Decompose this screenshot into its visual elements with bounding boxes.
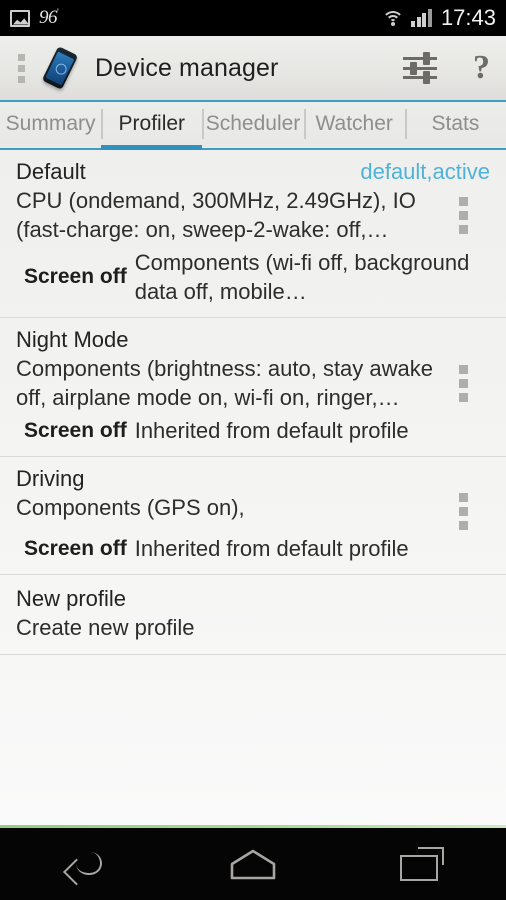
profile-item-default[interactable]: Default default,active CPU (ondemand, 30… bbox=[0, 150, 506, 317]
tab-bar: Summary Profiler Scheduler Watcher Stats bbox=[0, 102, 506, 150]
gallery-icon bbox=[10, 9, 30, 27]
clock-label: 17:43 bbox=[440, 5, 496, 30]
action-bar-actions: ? bbox=[403, 51, 490, 85]
battery-mark: ' bbox=[57, 7, 59, 19]
new-profile-description: Create new profile bbox=[16, 615, 195, 640]
profile-item-driving[interactable]: Driving Components (GPS on), Screen off … bbox=[0, 456, 506, 574]
profile-list: Default default,active CPU (ondemand, 30… bbox=[0, 150, 506, 825]
overflow-menu-icon[interactable] bbox=[450, 493, 476, 530]
status-bar-left: 96' bbox=[10, 7, 59, 29]
screen-off-label: Screen off bbox=[24, 536, 127, 560]
profile-screen-off-row: Screen off Inherited from default profil… bbox=[0, 534, 506, 563]
profile-header: Night Mode bbox=[0, 327, 506, 353]
page-title: Device manager bbox=[95, 53, 279, 82]
tab-watcher[interactable]: Watcher bbox=[303, 102, 405, 148]
profile-body: Components (GPS on), bbox=[0, 493, 506, 530]
grid-dots-icon[interactable] bbox=[10, 53, 32, 83]
action-bar: Device manager ? bbox=[0, 36, 506, 102]
new-profile-item[interactable]: New profile Create new profile bbox=[0, 574, 506, 654]
screen-off-label: Screen off bbox=[24, 265, 127, 288]
status-bar-right: 17:43 bbox=[381, 5, 496, 31]
profile-screen-off-row: Screen off Components (wi-fi off, backgr… bbox=[0, 248, 506, 306]
profile-description: CPU (ondemand, 300MHz, 2.49GHz), IO (fas… bbox=[16, 188, 416, 242]
status-bar: 96' 17:43 bbox=[0, 0, 506, 36]
tab-profiler[interactable]: Profiler bbox=[101, 102, 203, 150]
profile-header: Default default,active bbox=[0, 159, 506, 185]
recent-apps-button[interactable] bbox=[337, 847, 506, 881]
profile-description: Components (brightness: auto, stay awake… bbox=[16, 356, 434, 410]
profile-name: Default bbox=[16, 159, 86, 184]
device-phone-icon bbox=[38, 46, 82, 90]
recent-apps-icon bbox=[399, 847, 444, 881]
screen-off-text: Components (wi-fi off, background data o… bbox=[134, 250, 470, 304]
back-arrow-icon bbox=[63, 849, 105, 879]
question-mark-icon[interactable]: ? bbox=[473, 51, 490, 85]
wifi-icon bbox=[381, 9, 404, 27]
profile-description: Components (GPS on), bbox=[16, 495, 245, 520]
profile-body: Components (brightness: auto, stay awake… bbox=[0, 354, 506, 412]
sliders-icon[interactable] bbox=[403, 52, 437, 84]
tab-summary[interactable]: Summary bbox=[0, 102, 101, 148]
tab-scheduler[interactable]: Scheduler bbox=[202, 102, 303, 148]
profile-body: CPU (ondemand, 300MHz, 2.49GHz), IO (fas… bbox=[0, 186, 506, 244]
system-navigation-bar bbox=[0, 828, 506, 900]
profile-header: Driving bbox=[0, 466, 506, 492]
new-profile-title: New profile bbox=[16, 586, 127, 611]
profile-item-night-mode[interactable]: Night Mode Components (brightness: auto,… bbox=[0, 317, 506, 456]
signal-bars-icon bbox=[411, 9, 432, 27]
profile-name: Night Mode bbox=[16, 327, 129, 352]
screen-off-text: Inherited from default profile bbox=[134, 418, 409, 443]
home-button[interactable] bbox=[169, 848, 338, 880]
list-end-divider bbox=[0, 654, 506, 655]
tab-stats[interactable]: Stats bbox=[404, 102, 506, 148]
profile-name: Driving bbox=[16, 466, 85, 491]
back-button[interactable] bbox=[0, 849, 169, 879]
status-badge: default,active bbox=[360, 159, 490, 184]
overflow-menu-icon[interactable] bbox=[450, 196, 476, 234]
battery-percent-label: 96' bbox=[39, 7, 59, 28]
profile-screen-off-row: Screen off Inherited from default profil… bbox=[0, 416, 506, 445]
screen-off-text: Inherited from default profile bbox=[134, 536, 409, 561]
overflow-menu-icon[interactable] bbox=[450, 364, 476, 402]
screen-off-label: Screen off bbox=[24, 418, 127, 442]
app-root: 96' 17:43 Device manager ? Summary Profi… bbox=[0, 0, 506, 900]
home-icon bbox=[230, 849, 276, 880]
